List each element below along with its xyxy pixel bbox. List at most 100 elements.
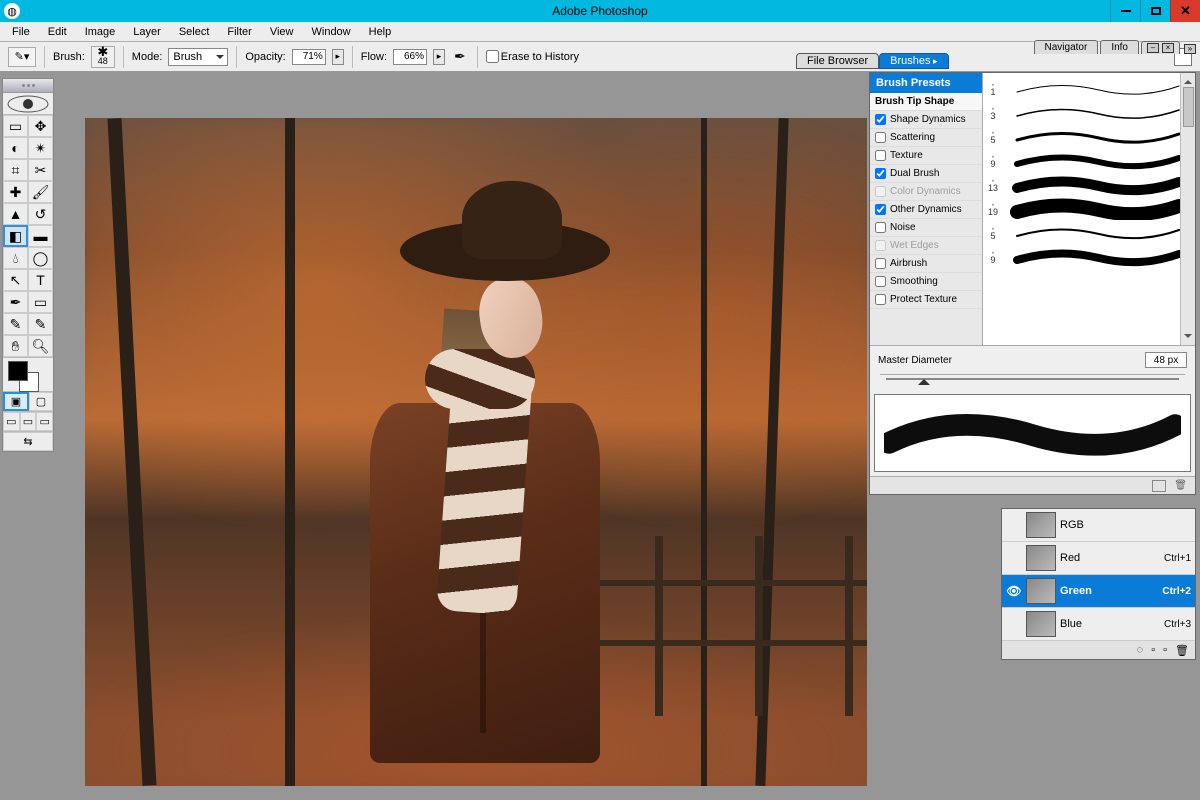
tool-shape[interactable]: ▭ [28, 291, 53, 313]
erase-history-checkbox[interactable] [486, 50, 499, 63]
minimize-button[interactable] [1110, 0, 1140, 22]
brush-setting-checkbox[interactable] [875, 222, 886, 233]
brush-setting-shape-dynamics[interactable]: Shape Dynamics [870, 111, 982, 129]
standard-mode-button[interactable]: ▣ [3, 392, 29, 411]
brush-stroke-item[interactable]: ·5 [987, 125, 1191, 149]
tool-eraser[interactable]: ◧ [3, 225, 28, 247]
flow-input[interactable] [393, 49, 427, 65]
brush-setting-checkbox[interactable] [875, 186, 886, 197]
brush-setting-brush-tip-shape[interactable]: Brush Tip Shape [870, 93, 982, 111]
quickmask-mode-button[interactable]: ▢ [29, 392, 53, 411]
brush-setting-scattering[interactable]: Scattering [870, 129, 982, 147]
brush-stroke-item[interactable]: ·9 [987, 149, 1191, 173]
brush-stroke-item[interactable]: ·5 [987, 221, 1191, 245]
tab-info[interactable]: Info [1100, 40, 1139, 54]
foreground-color-swatch[interactable] [8, 361, 28, 381]
brush-setting-protect-texture[interactable]: Protect Texture [870, 291, 982, 309]
tool-crop[interactable]: ⌗ [3, 159, 28, 181]
menu-image[interactable]: Image [77, 24, 124, 40]
brush-setting-checkbox[interactable] [875, 114, 886, 125]
master-diameter-input[interactable] [1145, 352, 1187, 368]
tool-zoom[interactable]: 🔍︎ [28, 335, 53, 357]
delete-channel-icon[interactable]: 🗑︎ [1175, 644, 1189, 657]
tool-stamp[interactable]: ▲ [3, 203, 28, 225]
tool-brush[interactable]: 🖌︎ [28, 181, 53, 203]
tab-navigator[interactable]: Navigator [1034, 40, 1099, 54]
color-swatches[interactable] [3, 357, 53, 391]
toolbox-grip[interactable] [3, 79, 53, 93]
menu-help[interactable]: Help [361, 24, 400, 40]
brush-stroke-item[interactable]: ·19 [987, 197, 1191, 221]
screen-mode-3[interactable]: ▭ [36, 412, 53, 431]
brush-setting-airbrush[interactable]: Airbrush [870, 255, 982, 273]
brush-stroke-item[interactable]: ·9 [987, 245, 1191, 269]
tool-lasso[interactable]: ◐ [3, 137, 28, 159]
tool-marquee[interactable]: ▭ [3, 115, 28, 137]
tool-path[interactable]: ↖︎ [3, 269, 28, 291]
tool-wand[interactable]: ✴︎ [28, 137, 53, 159]
visibility-toggle-icon[interactable]: 👁 [1006, 584, 1022, 598]
brush-setting-checkbox[interactable] [875, 294, 886, 305]
maximize-button[interactable] [1140, 0, 1170, 22]
screen-mode-1[interactable]: ▭ [3, 412, 20, 431]
new-channel-icon[interactable]: ▫ [1163, 644, 1167, 656]
brush-setting-texture[interactable]: Texture [870, 147, 982, 165]
tool-eyedropper[interactable]: ✎ [28, 313, 53, 335]
tool-hand[interactable]: ✋︎ [3, 335, 28, 357]
mode-dropdown[interactable]: Brush [168, 48, 228, 66]
tool-heal[interactable]: ✚ [3, 181, 28, 203]
save-selection-icon[interactable]: ▫ [1151, 644, 1155, 656]
menu-window[interactable]: Window [304, 24, 359, 40]
brush-stroke-list[interactable]: ·1·3·5·9·13·19·5·9 [983, 73, 1195, 345]
brush-stroke-item[interactable]: ·3 [987, 101, 1191, 125]
tool-type[interactable]: T [28, 269, 53, 291]
menu-filter[interactable]: Filter [219, 24, 259, 40]
tool-slice[interactable]: ✂︎ [28, 159, 53, 181]
brush-setting-checkbox[interactable] [875, 258, 886, 269]
flow-flyout-button[interactable]: ▸ [433, 49, 445, 65]
brush-setting-dual-brush[interactable]: Dual Brush [870, 165, 982, 183]
airbrush-icon[interactable]: ✒︎ [454, 48, 466, 65]
brush-presets-header[interactable]: Brush Presets [870, 73, 982, 93]
document-canvas[interactable] [85, 118, 867, 786]
opacity-flyout-button[interactable]: ▸ [332, 49, 344, 65]
menu-view[interactable]: View [262, 24, 302, 40]
screen-mode-2[interactable]: ▭ [20, 412, 37, 431]
master-diameter-slider[interactable] [880, 374, 1185, 390]
scrollbar-thumb[interactable] [1183, 87, 1194, 127]
brush-setting-noise[interactable]: Noise [870, 219, 982, 237]
new-brush-button[interactable] [1152, 480, 1166, 492]
palette-minimize-button[interactable]: – [1147, 43, 1159, 53]
tool-gradient[interactable]: ▬ [28, 225, 53, 247]
tab-file-browser[interactable]: File Browser [796, 53, 879, 69]
menu-layer[interactable]: Layer [125, 24, 169, 40]
slider-handle[interactable] [918, 373, 930, 385]
menu-select[interactable]: Select [171, 24, 218, 40]
brush-setting-checkbox[interactable] [875, 240, 886, 251]
menu-file[interactable]: File [4, 24, 38, 40]
palette-menu-button[interactable]: » [1184, 44, 1196, 54]
tool-preset-icon[interactable]: ✎▾ [8, 47, 36, 67]
erase-history-toggle[interactable]: Erase to History [486, 50, 579, 63]
brush-preset-picker[interactable]: ✱ 48 [91, 46, 115, 68]
brush-stroke-item[interactable]: ·1 [987, 77, 1191, 101]
opacity-input[interactable] [292, 49, 326, 65]
channel-row-blue[interactable]: BlueCtrl+3 [1002, 608, 1195, 641]
brush-setting-checkbox[interactable] [875, 150, 886, 161]
tool-dodge[interactable]: ◯ [28, 247, 53, 269]
channel-row-red[interactable]: RedCtrl+1 [1002, 542, 1195, 575]
brush-stroke-item[interactable]: ·13 [987, 173, 1191, 197]
brush-setting-wet-edges[interactable]: Wet Edges [870, 237, 982, 255]
brush-setting-checkbox[interactable] [875, 132, 886, 143]
delete-brush-button[interactable]: 🗑︎ [1174, 480, 1187, 491]
brush-setting-checkbox[interactable] [875, 168, 886, 179]
channel-row-green[interactable]: 👁GreenCtrl+2 [1002, 575, 1195, 608]
tool-move[interactable]: ✥ [28, 115, 53, 137]
palette-close-button[interactable]: × [1162, 43, 1174, 53]
brush-setting-other-dynamics[interactable]: Other Dynamics [870, 201, 982, 219]
close-button[interactable]: ✕ [1170, 0, 1200, 22]
jump-to-button[interactable]: ⇆ [3, 432, 53, 451]
brush-setting-checkbox[interactable] [875, 276, 886, 287]
tool-blur[interactable]: 💧︎ [3, 247, 28, 269]
brush-setting-color-dynamics[interactable]: Color Dynamics [870, 183, 982, 201]
